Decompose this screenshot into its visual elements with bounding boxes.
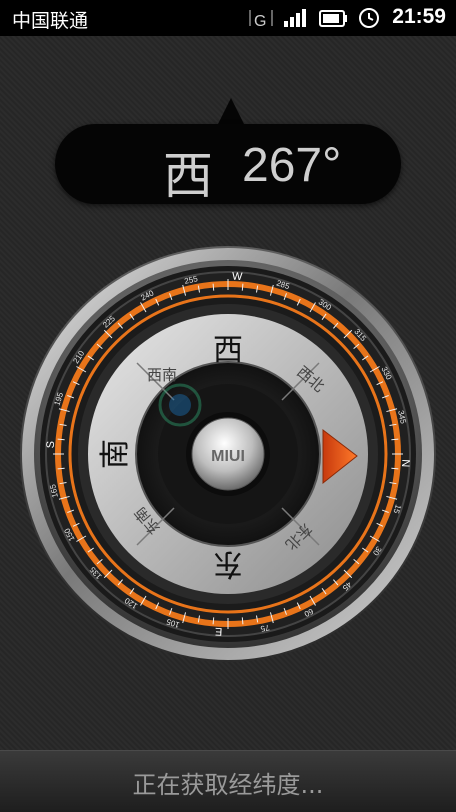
bezel-tick bbox=[391, 467, 399, 470]
bezel-letter-N: N bbox=[399, 459, 411, 468]
center-knob[interactable]: MIUI bbox=[186, 412, 270, 496]
label-southwest: 西南 bbox=[147, 366, 177, 384]
bezel-letter-S: S bbox=[45, 441, 57, 449]
label-south: 南 bbox=[98, 439, 133, 469]
bezel-tick bbox=[57, 467, 65, 470]
bezel-letter-W: W bbox=[232, 271, 244, 284]
bezel-tick bbox=[212, 617, 215, 625]
bezel-tick bbox=[391, 438, 399, 441]
bezel-tick bbox=[212, 283, 215, 291]
bezel-tick bbox=[241, 617, 244, 625]
miui-logo: MIUI bbox=[211, 448, 245, 465]
label-west: 西 bbox=[213, 333, 243, 368]
label-east: 东 bbox=[213, 546, 243, 581]
bottom-status-bar: 正在获取经纬度... bbox=[0, 750, 456, 812]
bezel-letter-E: E bbox=[215, 625, 223, 637]
bezel-tick bbox=[241, 283, 244, 291]
compass-dial[interactable]: WNES255 285300315330345153045607510512013… bbox=[0, 0, 456, 811]
bezel-tick bbox=[57, 438, 65, 441]
location-status-message: 正在获取经纬度... bbox=[132, 771, 324, 799]
